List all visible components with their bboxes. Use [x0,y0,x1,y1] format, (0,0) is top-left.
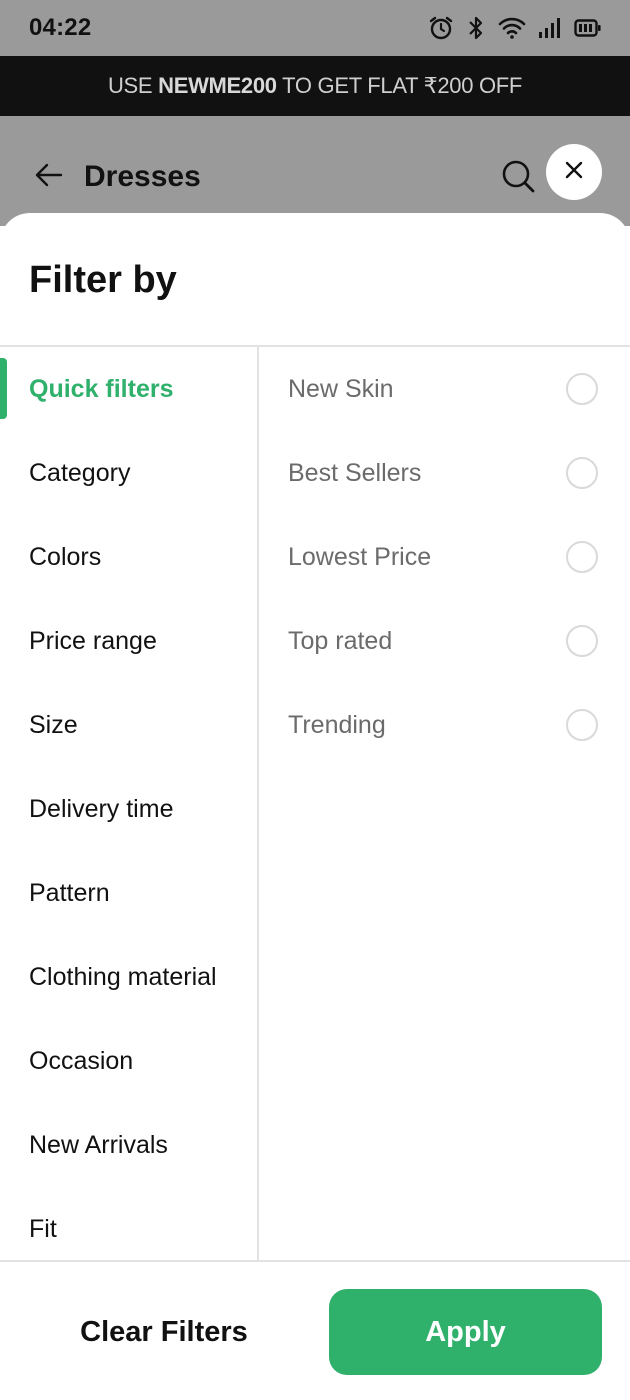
option-label: Top rated [288,626,393,655]
active-indicator [0,358,7,419]
option-item-top-rated[interactable]: Top rated [259,599,630,683]
radio-button[interactable] [566,625,598,657]
screen: 04:22 USE NEWME200 TO GET FLAT ₹200 OFF [0,0,630,1400]
battery-icon [574,18,602,38]
category-item-new-arrivals[interactable]: New Arrivals [0,1103,258,1187]
radio-button[interactable] [566,373,598,405]
category-label: Pattern [29,878,110,907]
filter-sheet: Filter by Quick filters Category Colors … [0,213,630,1400]
category-item-category[interactable]: Category [0,431,258,515]
category-item-size[interactable]: Size [0,683,258,767]
clear-filters-button[interactable]: Clear Filters [28,1289,300,1375]
status-time: 04:22 [29,14,92,41]
category-label: Clothing material [29,962,217,991]
bluetooth-icon [466,15,486,41]
category-item-fit[interactable]: Fit [0,1187,258,1271]
close-button[interactable] [546,144,602,200]
wifi-icon [498,16,526,40]
option-item-best-sellers[interactable]: Best Sellers [259,431,630,515]
promo-code: NEWME200 [158,73,277,98]
category-label: Size [29,710,78,739]
category-label: Category [29,458,131,487]
option-item-new-skin[interactable]: New Skin [259,347,630,431]
page-title: Dresses [84,160,201,193]
promo-prefix: USE [107,73,159,98]
close-icon [564,160,584,185]
category-item-occasion[interactable]: Occasion [0,1019,258,1103]
option-item-lowest-price[interactable]: Lowest Price [259,515,630,599]
option-label: Best Sellers [288,458,422,487]
radio-button[interactable] [566,709,598,741]
search-icon[interactable] [500,158,536,194]
promo-banner[interactable]: USE NEWME200 TO GET FLAT ₹200 OFF [0,56,630,116]
category-label: Quick filters [29,374,174,403]
alarm-icon [428,15,454,41]
category-label: New Arrivals [29,1130,168,1159]
filter-option-list: New Skin Best Sellers Lowest Price Top r… [259,347,630,1260]
filter-footer: Clear Filters Apply [0,1260,630,1400]
category-label: Occasion [29,1046,134,1075]
back-arrow-icon[interactable] [34,160,64,190]
option-label: Trending [288,710,386,739]
sheet-title: Filter by [29,259,177,301]
category-label: Delivery time [29,794,174,823]
category-label: Colors [29,542,102,571]
option-label: Lowest Price [288,542,432,571]
category-item-quick-filters[interactable]: Quick filters [0,347,258,431]
category-item-clothing-material[interactable]: Clothing material [0,935,258,1019]
category-item-pattern[interactable]: Pattern [0,851,258,935]
option-label: New Skin [288,374,394,403]
category-label: Price range [29,626,157,655]
status-icons [428,15,602,41]
category-label: Fit [29,1214,57,1243]
radio-button[interactable] [566,541,598,573]
radio-button[interactable] [566,457,598,489]
option-item-trending[interactable]: Trending [259,683,630,767]
category-item-price-range[interactable]: Price range [0,599,258,683]
promo-suffix: TO GET FLAT ₹200 OFF [276,73,523,98]
apply-button[interactable]: Apply [329,1289,602,1375]
status-bar: 04:22 [0,0,630,56]
category-item-colors[interactable]: Colors [0,515,258,599]
category-item-delivery-time[interactable]: Delivery time [0,767,258,851]
page-header: Dresses [0,116,630,226]
filter-category-list: Quick filters Category Colors Price rang… [0,347,258,1260]
signal-icon [538,17,562,39]
